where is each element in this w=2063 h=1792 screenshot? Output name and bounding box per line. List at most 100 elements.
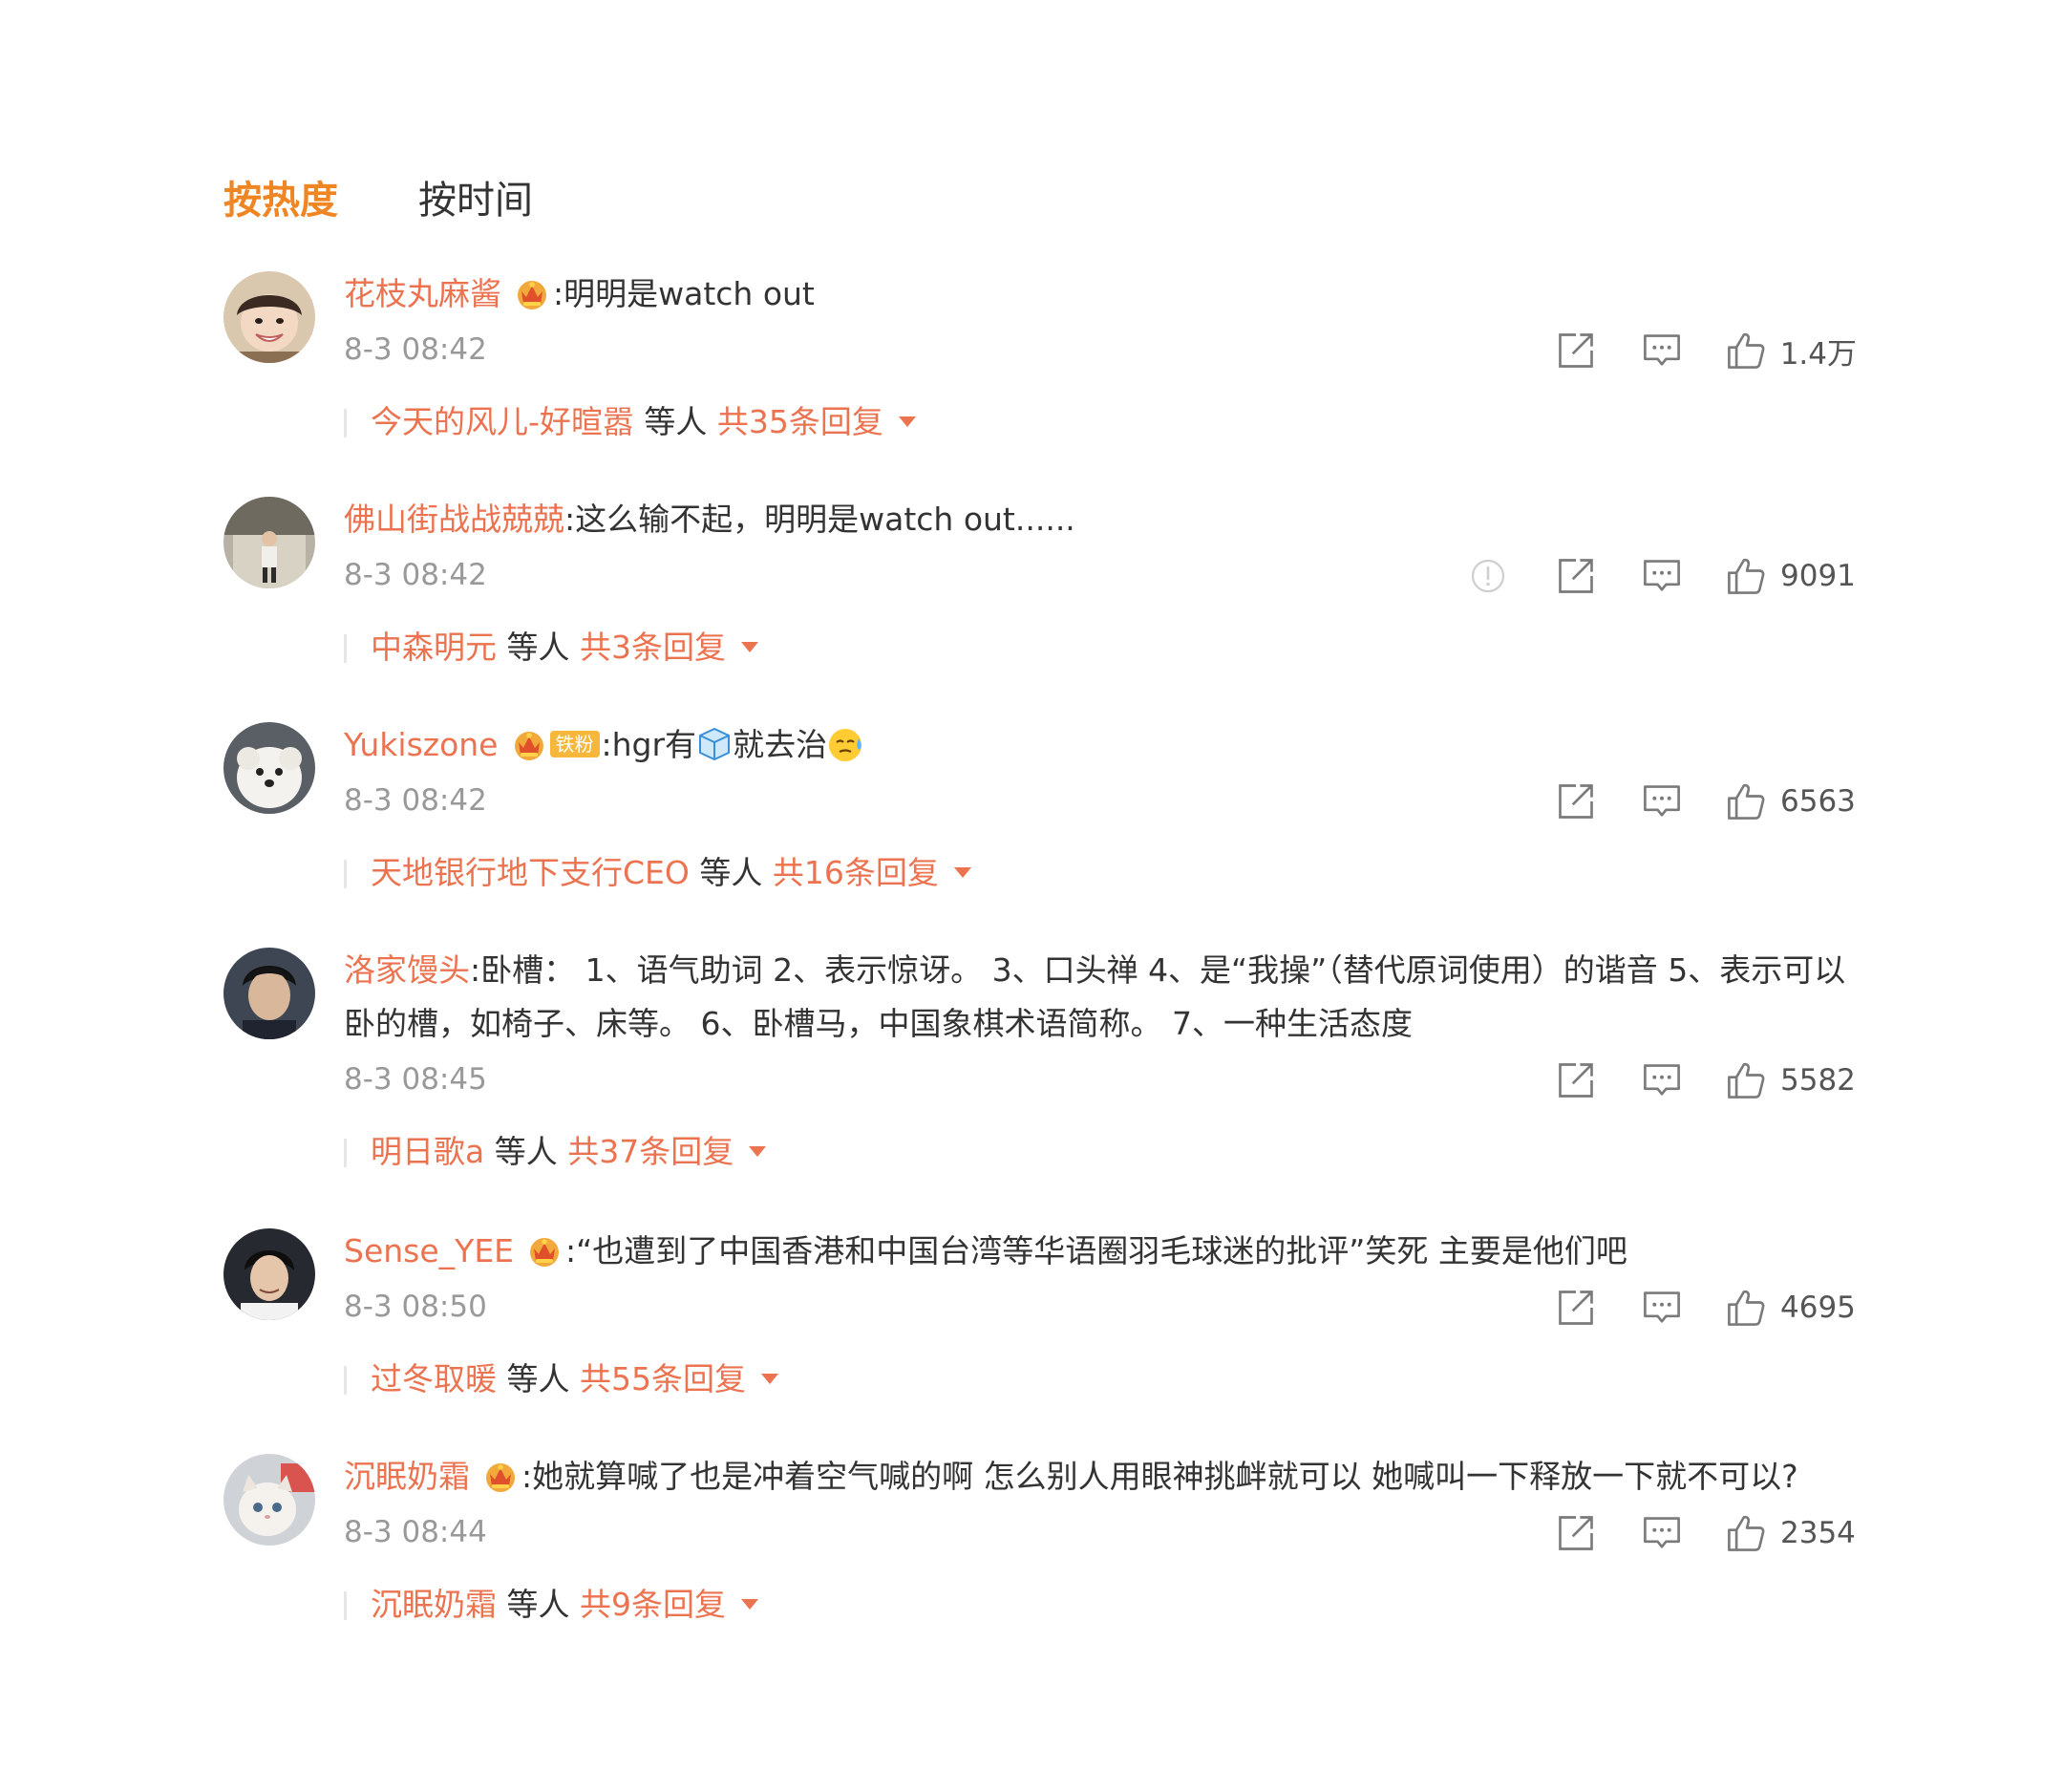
like-button[interactable]: 1.4万 (1725, 330, 1857, 373)
comment-icon[interactable] (1641, 330, 1683, 372)
comment-actions: 2354 (1555, 1511, 1857, 1555)
comment-username[interactable]: 佛山街战战兢兢 (344, 501, 564, 538)
tab-sort-by-hot[interactable]: 按热度 (223, 172, 338, 229)
reply-summary: 过冬取暖 等人 共55条回复 (344, 1349, 1857, 1410)
comment-username[interactable]: 沉眠奶霜 (344, 1458, 470, 1495)
reply-summary: 明日歌a 等人 共37条回复 (344, 1121, 1857, 1183)
comment-actions: 1.4万 (1555, 329, 1857, 373)
comment-item: 花枝丸麻酱 :明明是watch out 8-3 08:42 1.4万 今天的风儿-… (223, 267, 1857, 493)
comment-content: Sense_YEE :“也遭到了中国香港和中国台湾等华语圈羽毛球迷的批评”笑死 主… (344, 1225, 1857, 1278)
comment-icon[interactable] (1641, 1287, 1683, 1329)
comment-icon[interactable] (1641, 1512, 1683, 1554)
reply-count[interactable]: 共37条回复 (567, 1133, 734, 1170)
comment-meta: 8-3 08:42 6563 (344, 772, 1857, 833)
like-count: 2354 (1780, 1516, 1856, 1550)
reply-count[interactable]: 共16条回复 (773, 854, 939, 891)
expand-replies-link[interactable]: 明日歌a 等人 共37条回复 (371, 1129, 767, 1175)
comment-meta: 8-3 08:45 5582 (344, 1051, 1857, 1112)
like-button[interactable]: 9091 (1725, 555, 1857, 597)
tab-sort-by-time[interactable]: 按时间 (418, 172, 533, 229)
like-count: 4695 (1780, 1291, 1856, 1325)
comment-time: 8-3 08:42 (344, 332, 487, 367)
reply-others-text: 等人 (497, 1586, 580, 1623)
like-count: 5582 (1780, 1063, 1856, 1098)
reply-username[interactable]: 过冬取暖 (371, 1360, 497, 1397)
reply-divider (344, 1366, 347, 1395)
reply-summary: 沉眠奶霜 等人 共9条回复 (344, 1574, 1857, 1635)
comment-time: 8-3 08:42 (344, 783, 487, 818)
reply-count[interactable]: 共3条回复 (580, 629, 726, 666)
expand-replies-link[interactable]: 中森明元 等人 共3条回复 (371, 625, 758, 671)
comment-body: 花枝丸麻酱 :明明是watch out 8-3 08:42 1.4万 今天的风儿-… (344, 267, 1857, 453)
thumbs-up-icon (1725, 780, 1767, 822)
like-button[interactable]: 2354 (1725, 1512, 1857, 1554)
like-count: 1.4万 (1779, 336, 1857, 372)
share-icon[interactable] (1555, 330, 1597, 372)
comment-text: :明明是watch out (553, 275, 815, 312)
comment-username[interactable]: Sense_YEE (344, 1232, 514, 1269)
comment-body: Yukiszone 铁粉:hgr有 就去治 8-3 08:42 6563 天地银行地… (344, 718, 1857, 904)
avatar[interactable] (223, 948, 315, 1039)
caret-down-icon (749, 1146, 767, 1157)
like-button[interactable]: 5582 (1725, 1059, 1857, 1101)
comment-icon[interactable] (1641, 780, 1683, 822)
share-icon[interactable] (1555, 1059, 1597, 1101)
reply-username[interactable]: 中森明元 (371, 629, 497, 666)
comment-time: 8-3 08:45 (344, 1062, 487, 1097)
reply-username[interactable]: 天地银行地下支行CEO (371, 854, 690, 891)
avatar[interactable] (223, 271, 315, 363)
avatar[interactable] (223, 1228, 315, 1320)
comment-meta: 8-3 08:50 4695 (344, 1278, 1857, 1339)
thumbs-up-icon (1725, 1059, 1767, 1101)
comment-actions: 6563 (1555, 779, 1857, 823)
reply-others-text: 等人 (633, 403, 717, 440)
comment-text: :“也遭到了中国香港和中国台湾等华语圈羽毛球迷的批评”笑死 主要是他们吧 (565, 1232, 1627, 1269)
avatar[interactable] (223, 497, 315, 588)
thumbs-up-icon (1725, 555, 1767, 597)
comment-icon[interactable] (1641, 555, 1683, 597)
expand-replies-link[interactable]: 沉眠奶霜 等人 共9条回复 (371, 1582, 758, 1628)
reply-username[interactable]: 今天的风儿-好暄嚣 (371, 403, 634, 440)
reply-others-text: 等人 (484, 1133, 568, 1170)
reply-count[interactable]: 共35条回复 (717, 403, 883, 440)
reply-summary: 中森明元 等人 共3条回复 (344, 617, 1857, 678)
share-icon[interactable] (1555, 1512, 1597, 1554)
reply-divider (344, 409, 347, 437)
comment-text: :这么输不起，明明是watch out...... (564, 501, 1075, 538)
comment-icon[interactable] (1641, 1059, 1683, 1101)
caret-down-icon (953, 867, 971, 878)
reply-username[interactable]: 沉眠奶霜 (371, 1586, 497, 1623)
comment-username[interactable]: 洛家馒头 (344, 951, 470, 989)
avatar[interactable] (223, 722, 315, 814)
report-icon[interactable] (1469, 557, 1507, 595)
crown-badge-icon (510, 725, 548, 763)
comment-body: Sense_YEE :“也遭到了中国香港和中国台湾等华语圈羽毛球迷的批评”笑死 主… (344, 1225, 1857, 1410)
caret-down-icon (740, 642, 758, 652)
reply-others-text: 等人 (497, 629, 580, 666)
comment-item: 洛家馒头:卧槽： 1、语气助词 2、表示惊讶。 3、口头禅 4、是“我操”（替代… (223, 944, 1857, 1225)
like-button[interactable]: 4695 (1725, 1287, 1857, 1329)
comment-text: 就去治 (733, 726, 828, 763)
expand-replies-link[interactable]: 过冬取暖 等人 共55条回复 (371, 1356, 778, 1402)
comment-body: 沉眠奶霜 :她就算喊了也是冲着空气喊的啊 怎么别人用眼神挑衅就可以 她喊叫一下释放… (344, 1450, 1857, 1635)
like-button[interactable]: 6563 (1725, 780, 1857, 822)
share-icon[interactable] (1555, 780, 1597, 822)
reply-username[interactable]: 明日歌a (371, 1133, 484, 1170)
comment-text: :她就算喊了也是冲着空气喊的啊 怎么别人用眼神挑衅就可以 她喊叫一下释放一下就不… (521, 1458, 1798, 1495)
like-count: 9091 (1780, 559, 1856, 593)
comment-username[interactable]: Yukiszone (344, 726, 499, 763)
comment-username[interactable]: 花枝丸麻酱 (344, 275, 501, 312)
comment-content: 洛家馒头:卧槽： 1、语气助词 2、表示惊讶。 3、口头禅 4、是“我操”（替代… (344, 944, 1857, 1051)
reply-count[interactable]: 共9条回复 (580, 1586, 726, 1623)
reply-count[interactable]: 共55条回复 (580, 1360, 746, 1397)
comment-actions: 4695 (1555, 1286, 1857, 1330)
share-icon[interactable] (1555, 1287, 1597, 1329)
expand-replies-link[interactable]: 今天的风儿-好暄嚣 等人 共35条回复 (371, 399, 916, 445)
share-icon[interactable] (1555, 555, 1597, 597)
avatar[interactable] (223, 1454, 315, 1546)
reply-others-text: 等人 (689, 854, 773, 891)
crown-badge-icon (525, 1231, 564, 1269)
expand-replies-link[interactable]: 天地银行地下支行CEO 等人 共16条回复 (371, 850, 971, 896)
comment-item: 沉眠奶霜 :她就算喊了也是冲着空气喊的啊 怎么别人用眼神挑衅就可以 她喊叫一下释放… (223, 1450, 1857, 1675)
comment-meta: 8-3 08:42 9091 (344, 546, 1857, 608)
